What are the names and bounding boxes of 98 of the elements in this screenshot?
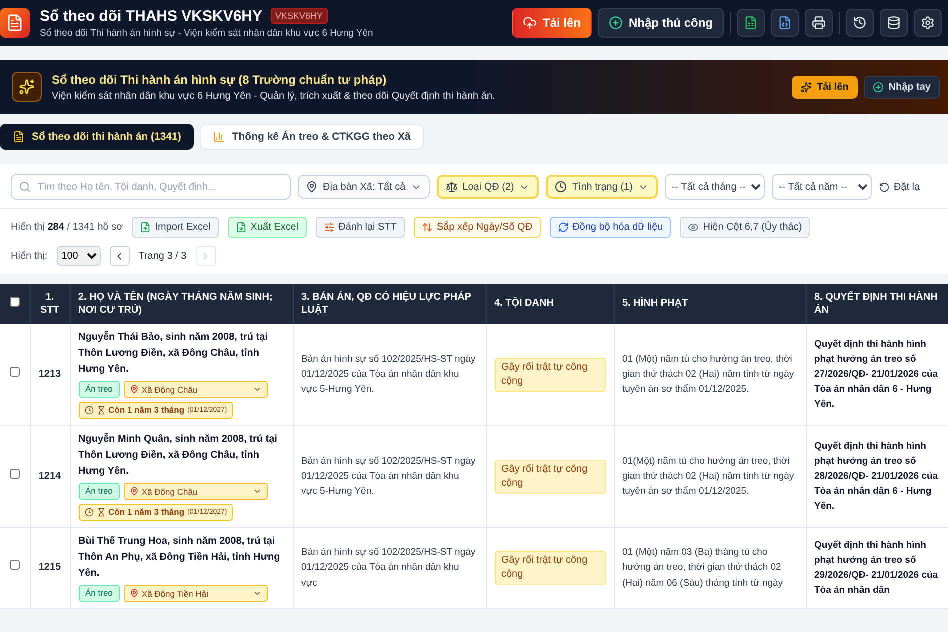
person-details: Bùi Thế Trung Hoa, sinh năm 2008, trú tại Thôn An Phụ, xã Đông Tiền Hải, tỉnh Hưng Yên. bbox=[78, 535, 282, 581]
row-checkbox[interactable] bbox=[10, 560, 20, 570]
eye-icon bbox=[688, 222, 700, 233]
status-tag: Án treo bbox=[78, 381, 120, 398]
map-pin-icon bbox=[306, 181, 318, 193]
page-size-label: Hiển thị: bbox=[11, 250, 48, 262]
page-indicator: Trang 3 / 3 bbox=[138, 250, 187, 262]
filter-dropdown[interactable]: Địa bàn Xã: Tất cả bbox=[298, 175, 430, 199]
row-number: 1214 bbox=[38, 470, 62, 482]
row-checkbox[interactable] bbox=[10, 366, 20, 377]
search-icon bbox=[19, 181, 31, 193]
commune-select[interactable]: Xã Đông Châu bbox=[124, 483, 268, 500]
status-tag: Án treo bbox=[78, 585, 120, 602]
banner-title: Sổ theo dõi Thi hành án hình sự (8 Trường chuẩn tư pháp) bbox=[52, 72, 388, 86]
column-header: 1. STT bbox=[40, 292, 60, 316]
commune-select[interactable]: Xã Đông Châu bbox=[124, 381, 268, 398]
person-details: Nguyễn Minh Quân, sinh năm 2008, trú tại Thôn Lương Điền, xã Đông Châu, tỉnh Hưng Yên. bbox=[78, 432, 278, 479]
upload-button[interactable]: Tải lên bbox=[512, 8, 592, 38]
column-header: 3. BẢN ÁN, QĐ CÓ HIỆU LỰC PHÁP LUẬT bbox=[302, 292, 472, 316]
app-title: Sổ theo dõi THAHS VKSKV6HY bbox=[40, 8, 263, 24]
decision-text: Quyết định thi hành hình phạt hưởng án treo số 27/2026/QĐ- 21/01/2026 của Tòa án nhân dân 6 - Hưng Yên. bbox=[814, 338, 940, 412]
map-pin-icon bbox=[130, 385, 139, 394]
decision-text: Quyết định thi hành hình phạt hưởng án treo số 29/2026/QĐ- 21/01/2026 của Tòa án nhân dân bbox=[814, 538, 940, 598]
manual-entry-button[interactable]: Nhập tay bbox=[864, 76, 940, 98]
column-header: 4. TỘI DANH bbox=[494, 298, 554, 310]
tab[interactable]: Thống kê Án treo & CTKGG theo Xã bbox=[200, 124, 424, 150]
sort-icon bbox=[422, 222, 433, 233]
row-checkbox[interactable] bbox=[10, 468, 20, 479]
person-details: Nguyễn Thái Bảo, sinh năm 2008, trú tại Thôn Lương Điền, xã Đông Châu, tỉnh Hưng Yên. bbox=[78, 330, 269, 377]
refresh-icon bbox=[558, 222, 569, 233]
file-upload-icon bbox=[140, 222, 152, 233]
spreadsheet-icon[interactable] bbox=[737, 9, 765, 37]
column-header: 5. HÌNH PHẠT bbox=[622, 298, 688, 310]
clock-icon bbox=[84, 406, 94, 415]
document-icon bbox=[0, 8, 30, 38]
row-number: 1215 bbox=[38, 562, 62, 573]
status-tag: Án treo bbox=[78, 483, 120, 500]
file-download-icon bbox=[236, 222, 247, 233]
caret-icon bbox=[252, 487, 262, 496]
commune-select[interactable]: Xã Đông Tiền Hải bbox=[124, 585, 268, 602]
code-tag: VKSKV6HY bbox=[270, 8, 328, 24]
tab[interactable]: Sổ theo dõi thi hành án (1341) bbox=[0, 124, 194, 150]
filter-dropdown[interactable]: Tình trạng (1) bbox=[546, 175, 658, 199]
database-icon[interactable] bbox=[880, 9, 908, 37]
toolbar-button[interactable]: Xuất Excel bbox=[228, 217, 307, 238]
caret-icon bbox=[252, 589, 262, 598]
offense-tag: Gây rối trật tự công cộng bbox=[494, 551, 606, 585]
sliders-icon bbox=[324, 222, 335, 233]
column-header: 8. QUYẾT ĐỊNH THI HÀNH ÁN bbox=[814, 292, 938, 316]
toolbar-button[interactable]: Import Excel bbox=[132, 217, 219, 238]
page-size-select[interactable]: 100 bbox=[56, 246, 101, 266]
clock-icon bbox=[555, 181, 568, 193]
select-all-checkbox[interactable] bbox=[10, 296, 20, 307]
record-count: Hiển thị 284 / 1341 hồ sơ bbox=[11, 222, 124, 233]
toolbar-button[interactable]: Đánh lại STT bbox=[316, 217, 405, 238]
sparkles-icon bbox=[12, 72, 42, 102]
manual-entry-button[interactable]: Nhập thủ công bbox=[598, 8, 724, 38]
previous-page-button[interactable] bbox=[110, 246, 130, 266]
penalty-text: 01 (Một) năm 03 (Ba) tháng tù cho hưởng án treo, thời gian thử thách 02 (Hai) năm 06 (Sáu) tháng tính từ ngày bbox=[622, 547, 784, 589]
toolbar-button[interactable]: Sắp xếp Ngày/Số QĐ bbox=[414, 217, 541, 238]
clock-icon bbox=[84, 508, 94, 517]
plus-circle-icon bbox=[872, 82, 884, 92]
judgment-text: Bản án hình sự số 102/2025/HS-ST ngày 01/12/2025 của Tòa án nhân dân khu vực 5-Hưng Yên. bbox=[302, 354, 476, 396]
reset-icon bbox=[878, 182, 890, 192]
cloud-upload-icon bbox=[522, 16, 537, 30]
offense-tag: Gây rối trật tự công cộng bbox=[494, 358, 606, 392]
upload-button[interactable]: Tải lên bbox=[792, 76, 858, 98]
offense-tag: Gây rối trật tự công cộng bbox=[494, 460, 606, 494]
judgment-text: Bản án hình sự số 102/2025/HS-ST ngày 01/12/2025 của Tòa án nhân dân khu vực bbox=[302, 547, 476, 589]
bar-chart-icon bbox=[213, 131, 226, 143]
settings-icon[interactable] bbox=[914, 9, 942, 37]
period-select[interactable]: -- Tất cả tháng -- bbox=[664, 174, 765, 200]
penalty-text: 01(Một) năm tù cho hưởng án treo, thời gian thử thách 02 (Hai) năm tính từ ngày tuyên án sơ thẩm 01/12/2025. bbox=[622, 456, 794, 498]
toolbar-button[interactable]: Hiện Cột 6,7 (Ủy thác) bbox=[680, 217, 810, 238]
sparkles-icon bbox=[801, 82, 812, 92]
scale-icon bbox=[446, 181, 458, 193]
map-pin-icon bbox=[130, 589, 139, 598]
toolbar-button[interactable]: Đồng bộ hóa dữ liệu bbox=[550, 217, 672, 238]
period-select[interactable]: -- Tất cả năm -- bbox=[772, 174, 872, 200]
map-pin-icon bbox=[130, 487, 139, 496]
filter-dropdown[interactable]: Loại QĐ (2) bbox=[436, 175, 540, 199]
hourglass-icon bbox=[96, 406, 106, 415]
history-icon[interactable] bbox=[846, 9, 874, 37]
column-header: 2. HỌ VÀ TÊN (NGÀY THÁNG NĂM SINH; NƠI CƯ TRÚ) bbox=[78, 292, 273, 316]
plus-circle-icon bbox=[609, 16, 623, 30]
print-icon[interactable] bbox=[805, 9, 833, 37]
judgment-text: Bản án hình sự số 102/2025/HS-ST ngày 01/12/2025 của Tòa án nhân dân khu vực 5-Hưng Yên. bbox=[302, 456, 476, 498]
reset-button[interactable]: Đặt lạ bbox=[878, 182, 920, 192]
decision-text: Quyết định thi hành hình phạt hưởng án treo số 28/2026/QĐ- 21/01/2026 của Tòa án nhân dân 6 - Hưng Yên. bbox=[814, 440, 940, 514]
document-icon bbox=[13, 131, 25, 143]
code-file-icon[interactable] bbox=[771, 9, 799, 37]
banner-subtitle: Viện kiểm sát nhân dân khu vực 6 Hưng Yên - Quản lý, trích xuất & theo dõi Quyết định thi hành án. bbox=[52, 90, 496, 102]
caret-icon bbox=[252, 385, 262, 394]
hourglass-icon bbox=[96, 508, 106, 517]
row-number: 1213 bbox=[38, 368, 62, 380]
search-field[interactable]: Tìm theo Họ tên, Tội danh, Quyết định... bbox=[11, 174, 291, 200]
penalty-text: 01 (Một) năm tù cho hưởng án treo, thời gian thử thách 02 (Hai) năm tính từ ngày tuyên án sơ thẩm 01/12/2025. bbox=[622, 354, 794, 396]
app-subtitle: Sổ theo dõi Thi hành án hình sự - Viện kiểm sát nhân dân khu vực 6 Hưng Yên bbox=[40, 28, 374, 38]
